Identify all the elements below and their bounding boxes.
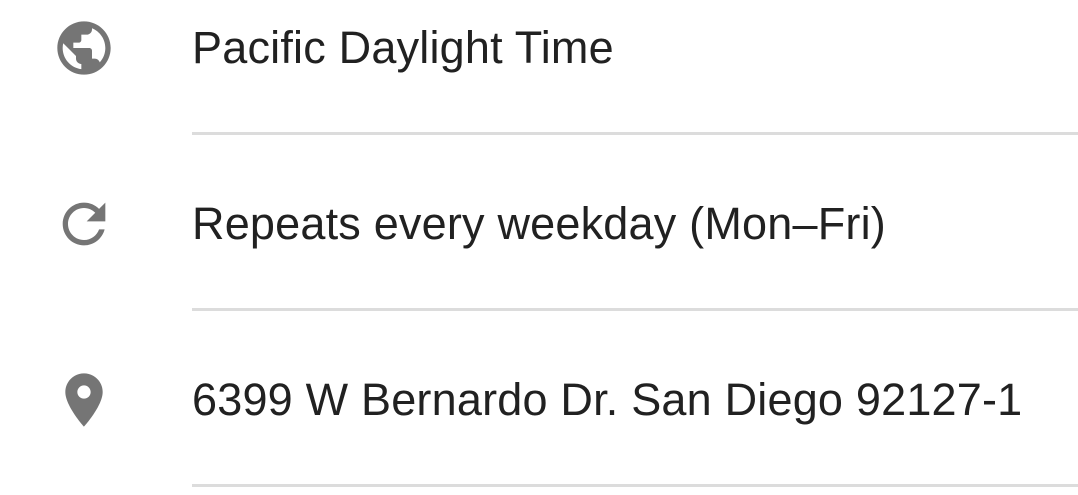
repeat-icon xyxy=(48,188,120,260)
divider xyxy=(192,308,1078,311)
recurrence-row[interactable]: Repeats every weekday (Mon–Fri) xyxy=(0,136,1078,311)
location-label: 6399 W Bernardo Dr. San Diego 92127-1 xyxy=(192,374,1023,425)
divider xyxy=(192,484,1078,487)
location-row[interactable]: 6399 W Bernardo Dr. San Diego 92127-1 xyxy=(0,312,1078,487)
location-pin-icon xyxy=(48,364,120,436)
timezone-label: Pacific Daylight Time xyxy=(192,22,614,73)
event-details-list: Pacific Daylight Time Repeats every week… xyxy=(0,0,1078,495)
recurrence-label: Repeats every weekday (Mon–Fri) xyxy=(192,198,886,249)
globe-icon xyxy=(48,12,120,84)
divider xyxy=(192,132,1078,135)
timezone-row[interactable]: Pacific Daylight Time xyxy=(0,0,1078,135)
